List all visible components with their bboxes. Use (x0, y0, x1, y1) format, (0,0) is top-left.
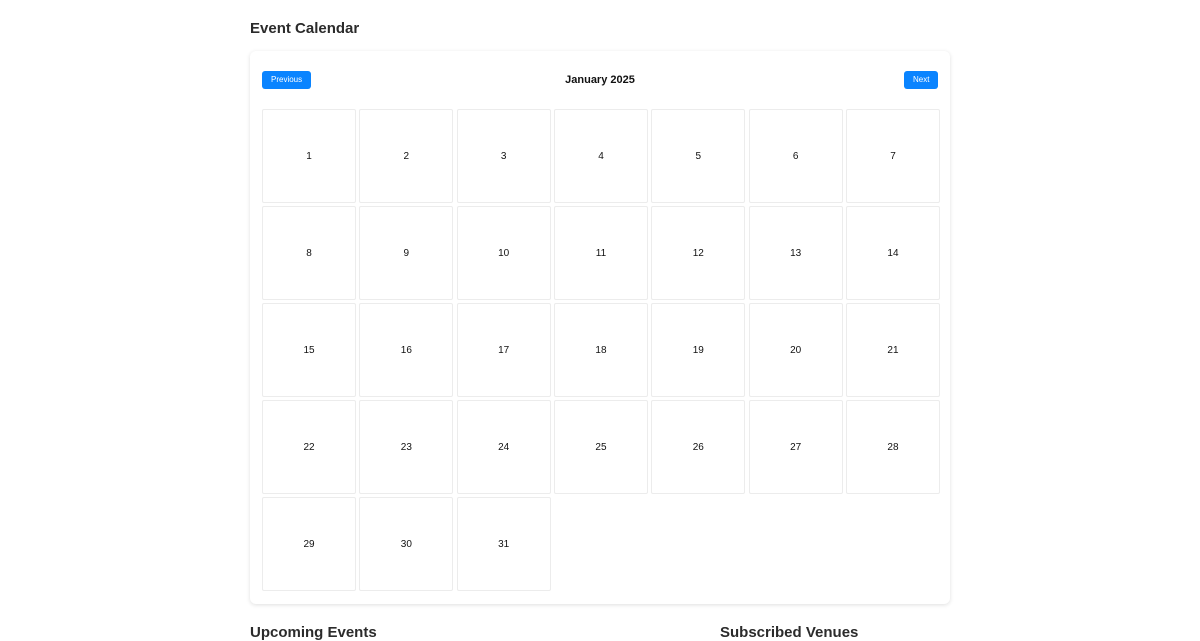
day-cell[interactable]: 16 (359, 303, 454, 397)
day-cell[interactable]: 21 (845, 303, 940, 397)
calendar-grid: 1 2 3 4 5 6 7 8 9 10 11 12 13 14 15 16 17 18 19 20 21 22 23 24 2… (262, 109, 940, 591)
day-cell[interactable]: 9 (359, 206, 454, 300)
day-cell[interactable]: 23 (359, 400, 454, 494)
day-cell[interactable]: 24 (456, 400, 551, 494)
day-cell[interactable]: 26 (651, 400, 746, 494)
calendar-card: Previous January 2025 Next 1 2 3 4 5 6 7 8 9 10 11… (250, 51, 950, 604)
page-title: Event Calendar (250, 20, 360, 37)
day-cell[interactable]: 7 (845, 109, 940, 203)
day-cell[interactable]: 17 (456, 303, 551, 397)
day-cell[interactable]: 5 (651, 109, 746, 203)
day-cell[interactable]: 2 (359, 109, 454, 203)
day-cell[interactable]: 3 (456, 109, 551, 203)
day-cell[interactable]: 25 (553, 400, 648, 494)
day-cell[interactable]: 4 (553, 109, 648, 203)
day-cell[interactable]: 29 (262, 497, 356, 591)
next-month-button[interactable]: Next (904, 71, 938, 89)
day-cell[interactable]: 11 (553, 206, 648, 300)
day-cell[interactable]: 19 (651, 303, 746, 397)
day-cell[interactable]: 31 (456, 497, 551, 591)
subscribed-venues-heading: Subscribed Venues (720, 624, 859, 641)
day-cell[interactable]: 12 (651, 206, 746, 300)
day-cell[interactable]: 1 (262, 109, 356, 203)
calendar-header: Previous January 2025 Next (262, 71, 938, 89)
day-cell[interactable]: 13 (748, 206, 843, 300)
day-cell[interactable]: 20 (748, 303, 843, 397)
day-cell[interactable]: 6 (748, 109, 843, 203)
month-title: January 2025 (565, 74, 635, 86)
upcoming-events-heading: Upcoming Events (250, 624, 377, 641)
day-cell[interactable]: 10 (456, 206, 551, 300)
day-cell[interactable]: 28 (845, 400, 940, 494)
day-cell[interactable]: 27 (748, 400, 843, 494)
day-cell[interactable]: 30 (359, 497, 454, 591)
day-cell[interactable]: 14 (845, 206, 940, 300)
day-cell[interactable]: 18 (553, 303, 648, 397)
day-cell[interactable]: 22 (262, 400, 356, 494)
day-cell[interactable]: 8 (262, 206, 356, 300)
day-cell[interactable]: 15 (262, 303, 356, 397)
